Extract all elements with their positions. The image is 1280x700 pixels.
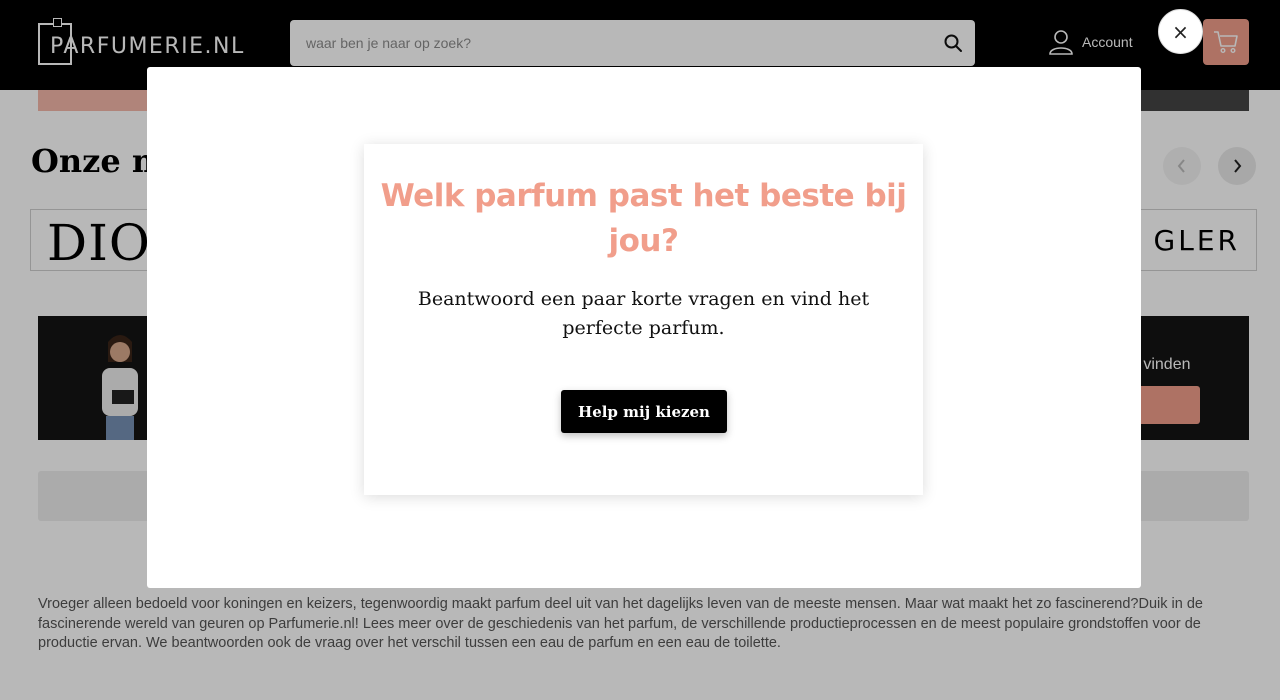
quiz-card: Welk parfum past het beste bij jou? Bean… bbox=[364, 144, 923, 495]
quiz-modal: Welk parfum past het beste bij jou? Bean… bbox=[147, 67, 1141, 588]
close-button[interactable]: × bbox=[1158, 9, 1203, 54]
modal-subtitle: Beantwoord een paar korte vragen en vind… bbox=[417, 288, 870, 339]
modal-title: Welk parfum past het beste bij jou? bbox=[380, 178, 907, 259]
help-me-choose-button[interactable]: Help mij kiezen bbox=[561, 390, 727, 433]
